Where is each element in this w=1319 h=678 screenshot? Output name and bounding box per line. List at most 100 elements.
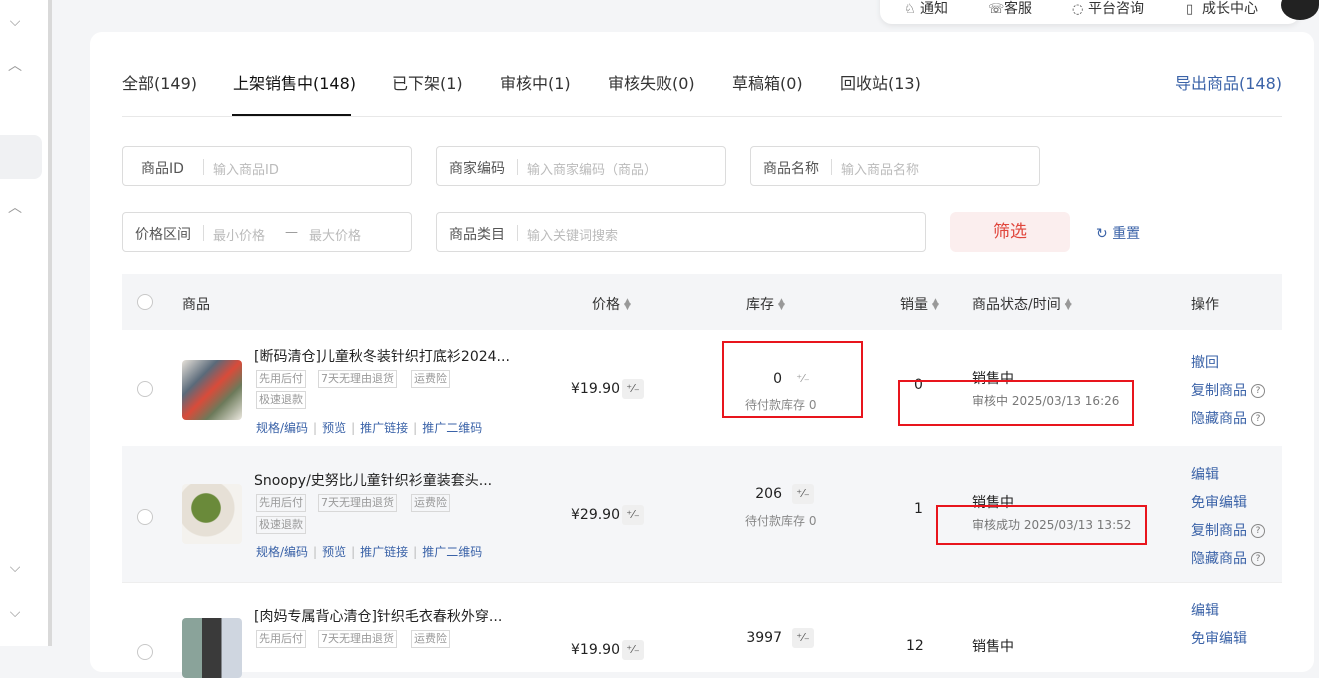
copy-product-link[interactable]: 复制商品? <box>1191 380 1265 400</box>
tag: 运费险 <box>411 370 450 388</box>
edit-price-button[interactable]: ⁺⁄₋ <box>622 640 644 660</box>
promo-link[interactable]: 推广链接 <box>360 421 408 435</box>
growth-center-button[interactable]: ▯ 成长中心 <box>1186 0 1258 18</box>
service-button[interactable]: ☏客服 <box>988 0 1032 18</box>
chevron-up-icon[interactable]: ︿ <box>5 198 25 218</box>
merchant-code-input[interactable]: 输入商家编码（商品） <box>527 159 657 178</box>
tab-recycle-bin[interactable]: 回收站(13) <box>840 70 921 94</box>
promo-link[interactable]: 推广链接 <box>360 545 408 559</box>
edit-price-button[interactable]: ⁺⁄₋ <box>622 505 644 525</box>
hide-product-link[interactable]: 隐藏商品? <box>1191 548 1265 568</box>
left-sidebar: ⌵ ︿ ︿ ⌵ ⌵ <box>0 0 52 646</box>
stock-value: 3997 <box>746 630 782 646</box>
sidebar-active-item[interactable] <box>0 135 42 179</box>
sales-value: 1 <box>914 501 923 517</box>
tab-on-sale[interactable]: 上架销售中(148) <box>233 70 356 94</box>
stock-value: 206 <box>755 486 782 502</box>
sort-icon: ▲ ▼ <box>778 297 785 312</box>
consult-button[interactable]: ◌ 平台咨询 <box>1072 0 1144 18</box>
tab-drafts[interactable]: 草稿箱(0) <box>732 70 803 94</box>
status-sort-header[interactable]: 商品状态/时间 ▲ ▼ <box>972 294 1072 314</box>
product-title[interactable]: Snoopy/史努比儿童针织衫童装套头... <box>254 470 492 490</box>
withdraw-link[interactable]: 撤回 <box>1191 352 1219 372</box>
product-links: 规格/编码 | 预览 | 推广链接 | 推广二维码 <box>256 421 483 435</box>
row-select-radio[interactable] <box>137 509 153 525</box>
select-all-radio[interactable] <box>137 294 153 310</box>
max-price-input[interactable]: 最大价格 <box>309 225 361 244</box>
reset-button[interactable]: ↻ 重置 <box>1096 223 1140 243</box>
price-value: ¥19.90 <box>571 381 620 397</box>
help-icon[interactable]: ? <box>1251 384 1265 398</box>
tag: 先用后付 <box>256 630 306 648</box>
export-products-link[interactable]: 导出商品(148) <box>1175 70 1282 94</box>
product-thumbnail[interactable] <box>182 484 242 544</box>
pending-stock: 待付款库存 0 <box>745 514 817 528</box>
chevron-down-icon[interactable]: ⌵ <box>5 12 25 32</box>
tab-reviewing[interactable]: 审核中(1) <box>500 70 571 94</box>
tab-all[interactable]: 全部(149) <box>122 70 197 94</box>
edit-link[interactable]: 编辑 <box>1191 600 1219 620</box>
price-range-field[interactable]: 价格区间 最小价格 — 最大价格 <box>122 212 412 252</box>
active-tab-indicator <box>232 114 351 116</box>
tag: 极速退款 <box>256 391 306 409</box>
product-links: 规格/编码 | 预览 | 推广链接 | 推广二维码 <box>256 545 483 559</box>
product-title[interactable]: [肉妈专属背心清仓]针织毛衣春秋外穿... <box>254 606 502 626</box>
status-tabs: 全部(149) 上架销售中(148) 已下架(1) 审核中(1) 审核失败(0)… <box>122 70 1282 117</box>
copy-product-link[interactable]: 复制商品? <box>1191 520 1265 540</box>
price-sort-header[interactable]: 价格 ▲ ▼ <box>592 294 631 314</box>
table-row: [肉妈专属背心清仓]针织毛衣春秋外穿... 先用后付 7天无理由退货 运费险 ¥… <box>122 582 1282 678</box>
help-icon[interactable]: ? <box>1251 552 1265 566</box>
price-value: ¥29.90 <box>571 507 620 523</box>
status-text: 销售中 <box>972 639 1014 655</box>
spec-code-link[interactable]: 规格/编码 <box>256 421 308 435</box>
edit-price-button[interactable]: ⁺⁄₋ <box>622 379 644 399</box>
merchant-code-field[interactable]: 商家编码 输入商家编码（商品） <box>436 146 726 186</box>
help-icon[interactable]: ? <box>1251 412 1265 426</box>
promo-qrcode-link[interactable]: 推广二维码 <box>422 421 482 435</box>
category-field[interactable]: 商品类目 输入关键词搜索 <box>436 212 926 252</box>
product-name-input[interactable]: 输入商品名称 <box>841 159 919 178</box>
chevron-down-icon[interactable]: ⌵ <box>5 603 25 623</box>
chevron-up-icon[interactable]: ︿ <box>5 56 25 76</box>
promo-qrcode-link[interactable]: 推广二维码 <box>422 545 482 559</box>
chevron-down-icon[interactable]: ⌵ <box>5 558 25 578</box>
quick-edit-link[interactable]: 免审编辑 <box>1191 628 1247 648</box>
min-price-input[interactable]: 最小价格 <box>213 225 265 244</box>
headset-icon: ☏ <box>988 2 1005 17</box>
filter-button[interactable]: 筛选 <box>950 212 1070 252</box>
product-list-panel: 全部(149) 上架销售中(148) 已下架(1) 审核中(1) 审核失败(0)… <box>90 32 1314 678</box>
top-toolbar: ♘ 通知 ☏客服 ◌ 平台咨询 ▯ 成长中心 <box>880 0 1300 24</box>
edit-stock-button[interactable]: ⁺⁄₋ <box>792 484 814 504</box>
spec-code-link[interactable]: 规格/编码 <box>256 545 308 559</box>
preview-link[interactable]: 预览 <box>322 545 346 559</box>
bell-icon: ♘ <box>904 2 916 17</box>
tag: 7天无理由退货 <box>318 370 397 388</box>
tag: 运费险 <box>411 630 450 648</box>
tab-off-shelf[interactable]: 已下架(1) <box>392 70 463 94</box>
preview-link[interactable]: 预览 <box>322 421 346 435</box>
row-select-radio[interactable] <box>137 644 153 660</box>
hide-product-link[interactable]: 隐藏商品? <box>1191 408 1265 428</box>
product-id-input[interactable]: 输入商品ID <box>213 159 279 178</box>
quick-edit-link[interactable]: 免审编辑 <box>1191 492 1247 512</box>
category-input[interactable]: 输入关键词搜索 <box>527 225 618 244</box>
tag: 7天无理由退货 <box>318 630 397 648</box>
tag: 运费险 <box>411 494 450 512</box>
product-id-field[interactable]: 商品ID 输入商品ID <box>122 146 412 186</box>
help-icon[interactable]: ? <box>1251 524 1265 538</box>
stock-sort-header[interactable]: 库存 ▲ ▼ <box>746 294 785 314</box>
price-value: ¥19.90 <box>571 642 620 658</box>
tab-review-failed[interactable]: 审核失败(0) <box>608 70 695 94</box>
notice-button[interactable]: ♘ 通知 <box>904 0 948 18</box>
row-select-radio[interactable] <box>137 381 153 397</box>
product-thumbnail[interactable] <box>182 360 242 420</box>
product-thumbnail[interactable] <box>182 618 242 678</box>
product-name-field[interactable]: 商品名称 输入商品名称 <box>750 146 1040 186</box>
edit-stock-button[interactable]: ⁺⁄₋ <box>792 628 814 648</box>
sales-sort-header[interactable]: 销量 ▲ ▼ <box>900 294 939 314</box>
edit-link[interactable]: 编辑 <box>1191 464 1219 484</box>
product-title[interactable]: [断码清仓]儿童秋冬装针织打底衫2024... <box>254 346 510 366</box>
sales-value: 12 <box>906 638 924 654</box>
document-icon: ▯ <box>1186 2 1194 17</box>
tag: 先用后付 <box>256 370 306 388</box>
